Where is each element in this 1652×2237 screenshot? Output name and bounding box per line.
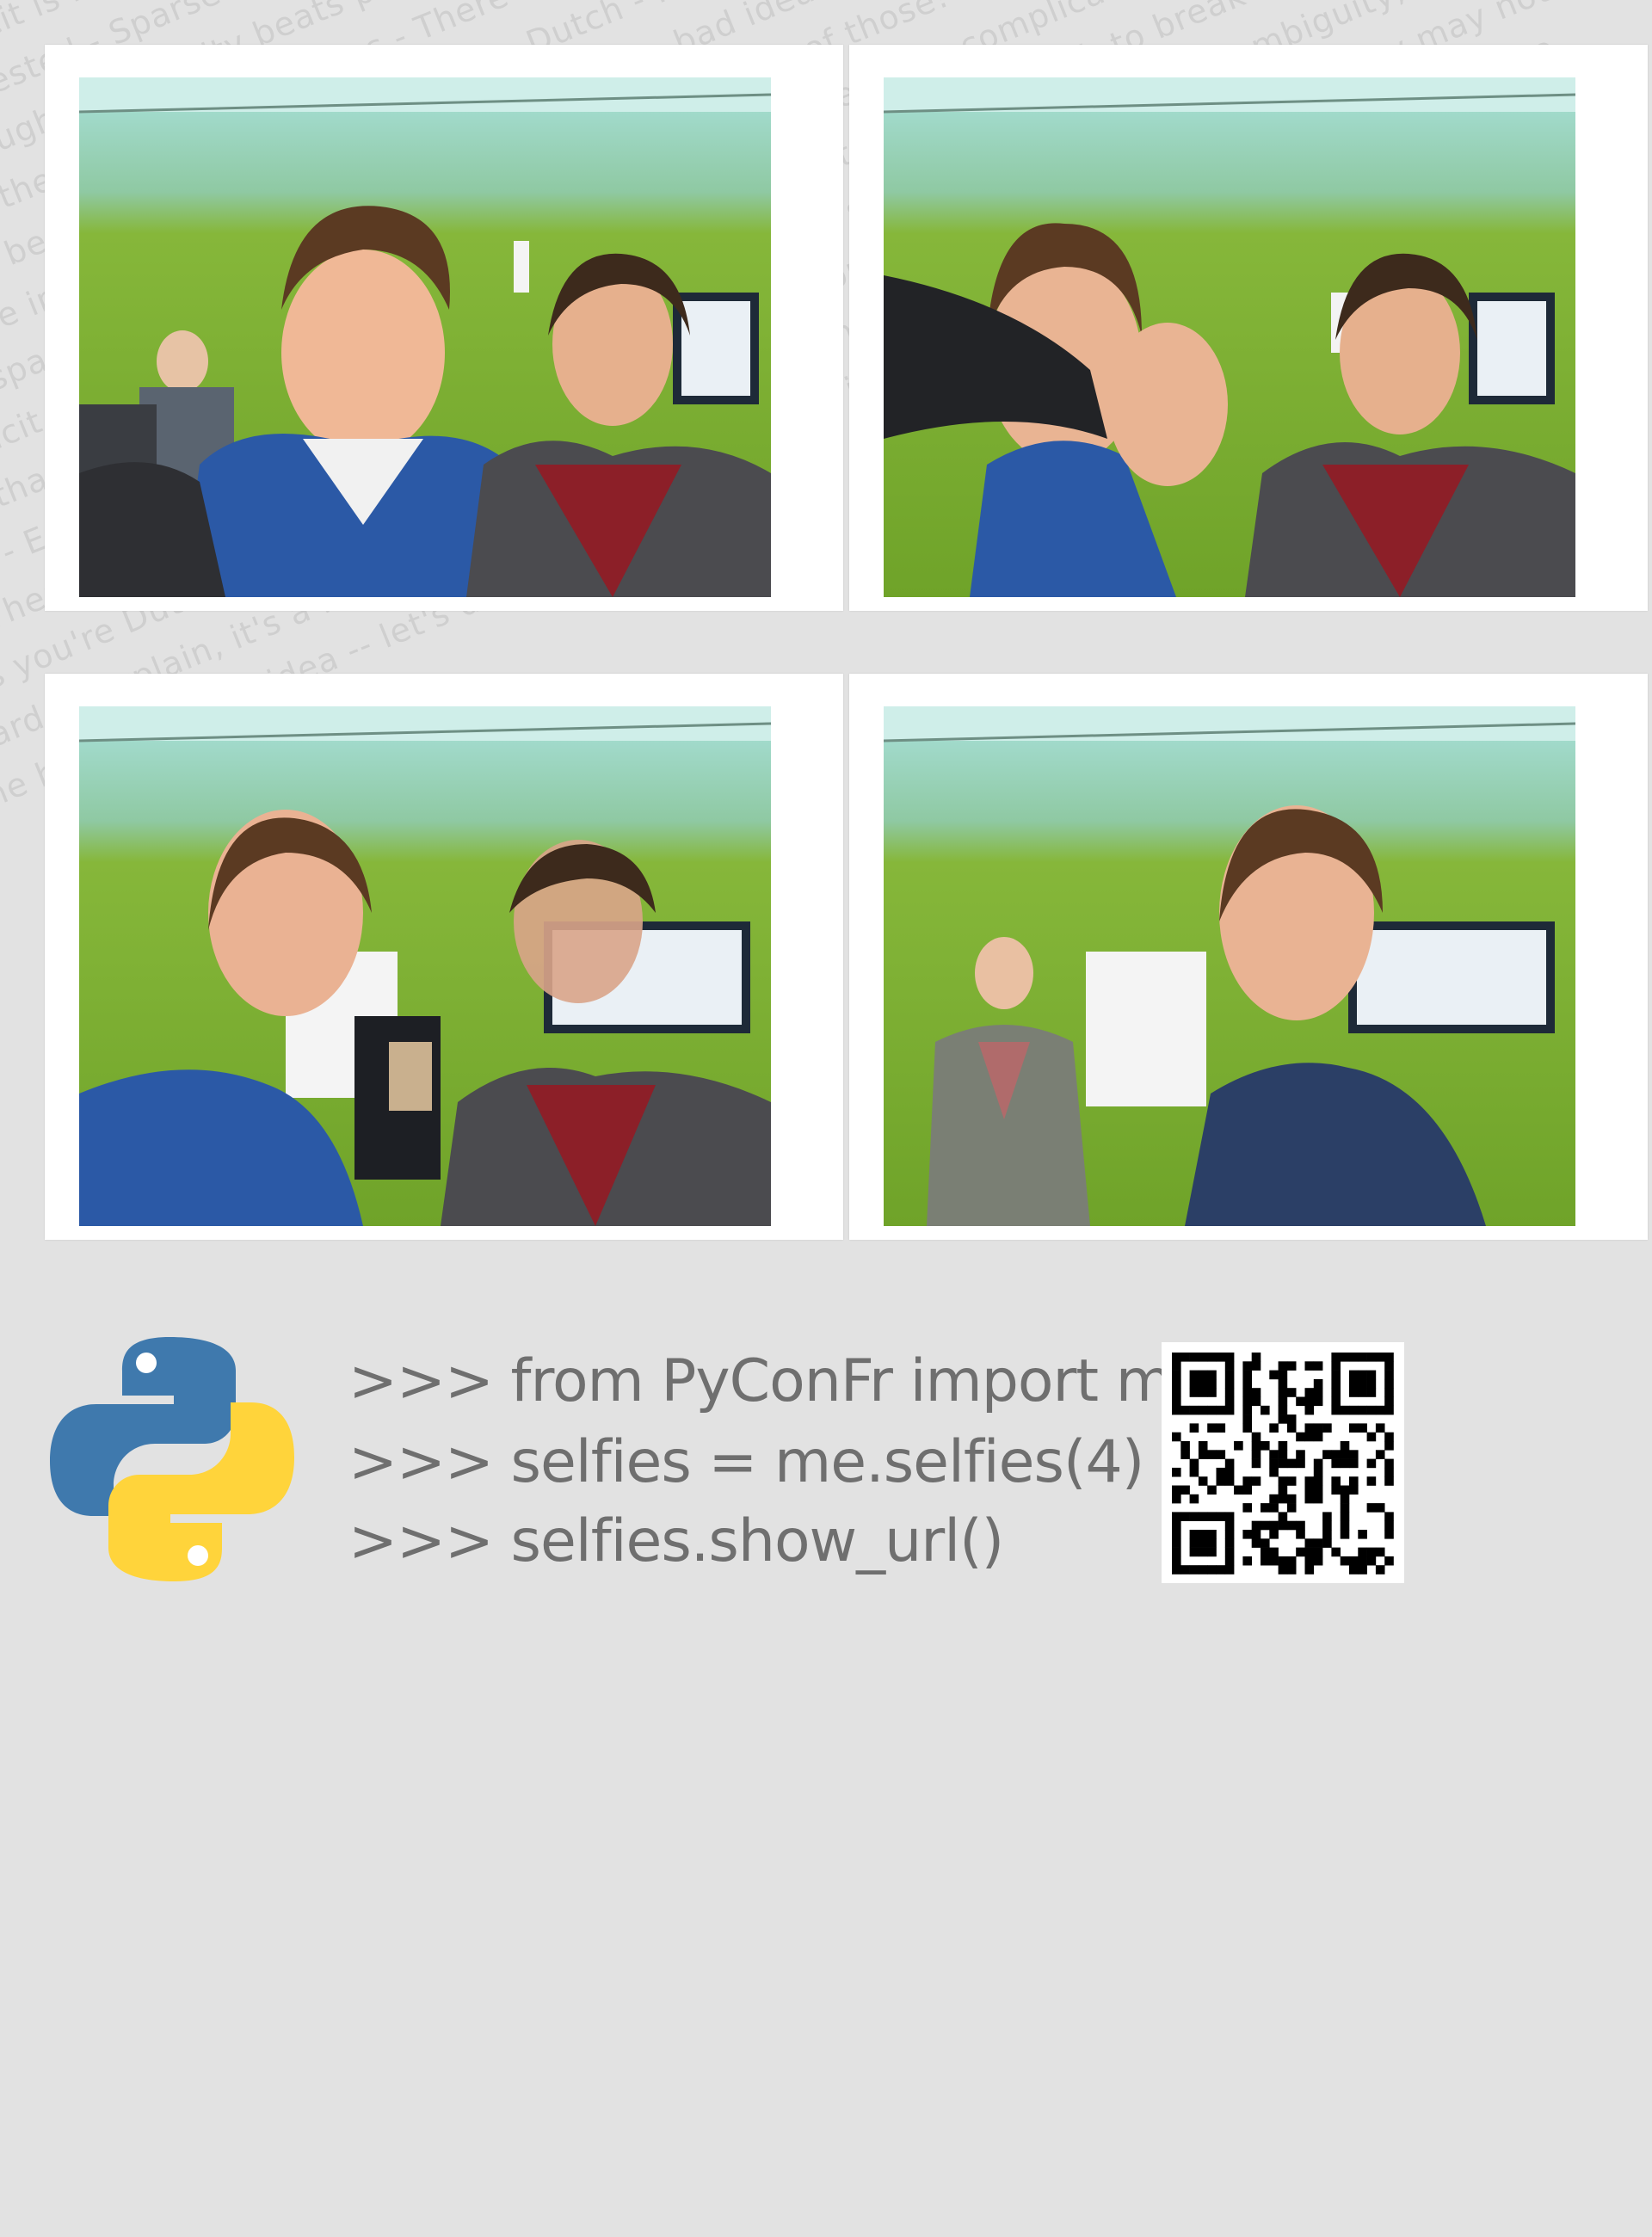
selfie-card-3: [45, 674, 843, 1240]
selfie-card-4: [849, 674, 1648, 1240]
code-line-selfies: >>> selfies = me.selfies(4): [348, 1428, 1144, 1496]
code-line-import: >>> from PyConFr import me: [348, 1347, 1208, 1415]
qr-code-icon[interactable]: [1162, 1342, 1404, 1583]
selfie-card-2: [849, 45, 1648, 611]
selfie-card-1: [45, 45, 843, 611]
selfie-photo-3: [79, 706, 771, 1226]
code-line-show-url: >>> selfies.show_url(): [348, 1507, 1004, 1575]
selfie-photo-4: [884, 706, 1575, 1226]
python-logo-icon: [45, 1332, 299, 1587]
selfie-photo-1: [79, 77, 771, 597]
selfie-photo-2: [884, 77, 1575, 597]
